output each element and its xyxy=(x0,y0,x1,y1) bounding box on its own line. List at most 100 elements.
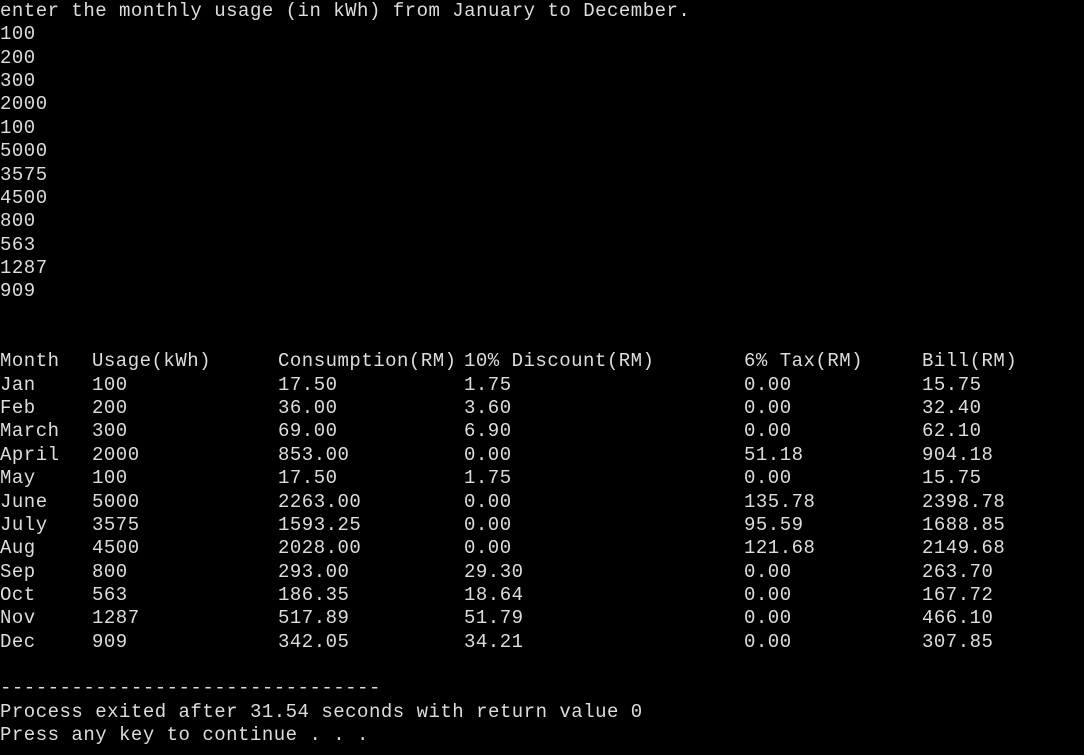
input-line: 909 xyxy=(0,280,1084,303)
cell-usage: 800 xyxy=(92,561,278,584)
cell-usage: 563 xyxy=(92,584,278,607)
cell-month: May xyxy=(0,467,92,490)
cell-bill: 904.18 xyxy=(922,444,1072,467)
input-line: 3575 xyxy=(0,164,1084,187)
cell-bill: 62.10 xyxy=(922,420,1072,443)
cell-consumption: 36.00 xyxy=(278,397,464,420)
input-line: 200 xyxy=(0,47,1084,70)
table-row: Sep 800 293.00 29.30 0.00 263.70 xyxy=(0,561,1084,584)
cell-bill: 2149.68 xyxy=(922,537,1072,560)
cell-month: Nov xyxy=(0,607,92,630)
cell-month: Jan xyxy=(0,374,92,397)
cell-tax: 0.00 xyxy=(744,584,922,607)
cell-discount: 29.30 xyxy=(464,561,744,584)
cell-discount: 1.75 xyxy=(464,374,744,397)
table-row: April 2000 853.00 0.00 51.18 904.18 xyxy=(0,444,1084,467)
cell-discount: 0.00 xyxy=(464,491,744,514)
cell-consumption: 342.05 xyxy=(278,631,464,654)
cell-usage: 1287 xyxy=(92,607,278,630)
input-line: 300 xyxy=(0,70,1084,93)
cell-month: Dec xyxy=(0,631,92,654)
cell-tax: 51.18 xyxy=(744,444,922,467)
cell-discount: 3.60 xyxy=(464,397,744,420)
cell-tax: 0.00 xyxy=(744,561,922,584)
cell-tax: 135.78 xyxy=(744,491,922,514)
cell-consumption: 2263.00 xyxy=(278,491,464,514)
input-line: 5000 xyxy=(0,140,1084,163)
cell-discount: 0.00 xyxy=(464,444,744,467)
cell-usage: 3575 xyxy=(92,514,278,537)
table-row: Aug 4500 2028.00 0.00 121.68 2149.68 xyxy=(0,537,1084,560)
cell-discount: 51.79 xyxy=(464,607,744,630)
cell-tax: 95.59 xyxy=(744,514,922,537)
cell-usage: 100 xyxy=(92,374,278,397)
cell-usage: 4500 xyxy=(92,537,278,560)
table-row: Dec 909 342.05 34.21 0.00 307.85 xyxy=(0,631,1084,654)
cell-bill: 466.10 xyxy=(922,607,1072,630)
input-line: 4500 xyxy=(0,187,1084,210)
cell-tax: 0.00 xyxy=(744,607,922,630)
cell-usage: 5000 xyxy=(92,491,278,514)
cell-bill: 167.72 xyxy=(922,584,1072,607)
cell-consumption: 17.50 xyxy=(278,467,464,490)
cell-month: Oct xyxy=(0,584,92,607)
input-line: 800 xyxy=(0,210,1084,233)
input-line: 100 xyxy=(0,117,1084,140)
cell-tax: 0.00 xyxy=(744,374,922,397)
cell-tax: 0.00 xyxy=(744,467,922,490)
blank-line xyxy=(0,654,1084,677)
cell-bill: 32.40 xyxy=(922,397,1072,420)
table-row: July 3575 1593.25 0.00 95.59 1688.85 xyxy=(0,514,1084,537)
cell-month: Sep xyxy=(0,561,92,584)
input-line: 1287 xyxy=(0,257,1084,280)
cell-month: March xyxy=(0,420,92,443)
cell-tax: 0.00 xyxy=(744,631,922,654)
table-row: Feb 200 36.00 3.60 0.00 32.40 xyxy=(0,397,1084,420)
cell-tax: 0.00 xyxy=(744,420,922,443)
cell-consumption: 517.89 xyxy=(278,607,464,630)
cell-consumption: 17.50 xyxy=(278,374,464,397)
cell-usage: 909 xyxy=(92,631,278,654)
cell-consumption: 1593.25 xyxy=(278,514,464,537)
divider-line: -------------------------------- xyxy=(0,677,1084,700)
cell-usage: 300 xyxy=(92,420,278,443)
exit-message: Process exited after 31.54 seconds with … xyxy=(0,701,1084,724)
cell-consumption: 2028.00 xyxy=(278,537,464,560)
header-consumption: Consumption(RM) xyxy=(278,350,464,373)
cell-month: Aug xyxy=(0,537,92,560)
cell-month: April xyxy=(0,444,92,467)
table-header: Month Usage(kWh) Consumption(RM) 10% Dis… xyxy=(0,350,1084,373)
table-row: June 5000 2263.00 0.00 135.78 2398.78 xyxy=(0,491,1084,514)
header-usage: Usage(kWh) xyxy=(92,350,278,373)
cell-bill: 263.70 xyxy=(922,561,1072,584)
cell-usage: 100 xyxy=(92,467,278,490)
table-row: Jan 100 17.50 1.75 0.00 15.75 xyxy=(0,374,1084,397)
cell-discount: 1.75 xyxy=(464,467,744,490)
cell-tax: 121.68 xyxy=(744,537,922,560)
table-row: Nov 1287 517.89 51.79 0.00 466.10 xyxy=(0,607,1084,630)
input-line: 100 xyxy=(0,23,1084,46)
blank-line xyxy=(0,327,1084,350)
input-line: 563 xyxy=(0,234,1084,257)
prompt-line: enter the monthly usage (in kWh) from Ja… xyxy=(0,0,1084,23)
header-month: Month xyxy=(0,350,92,373)
input-line: 2000 xyxy=(0,93,1084,116)
cell-discount: 34.21 xyxy=(464,631,744,654)
cell-tax: 0.00 xyxy=(744,397,922,420)
cell-discount: 6.90 xyxy=(464,420,744,443)
cell-bill: 307.85 xyxy=(922,631,1072,654)
cell-usage: 2000 xyxy=(92,444,278,467)
cell-month: Feb xyxy=(0,397,92,420)
cell-discount: 18.64 xyxy=(464,584,744,607)
cell-consumption: 69.00 xyxy=(278,420,464,443)
cell-bill: 15.75 xyxy=(922,374,1072,397)
cell-bill: 2398.78 xyxy=(922,491,1072,514)
blank-line xyxy=(0,304,1084,327)
cell-usage: 200 xyxy=(92,397,278,420)
continue-prompt[interactable]: Press any key to continue . . . xyxy=(0,724,1084,747)
cell-month: July xyxy=(0,514,92,537)
cell-bill: 15.75 xyxy=(922,467,1072,490)
cell-consumption: 293.00 xyxy=(278,561,464,584)
cell-month: June xyxy=(0,491,92,514)
cell-consumption: 853.00 xyxy=(278,444,464,467)
